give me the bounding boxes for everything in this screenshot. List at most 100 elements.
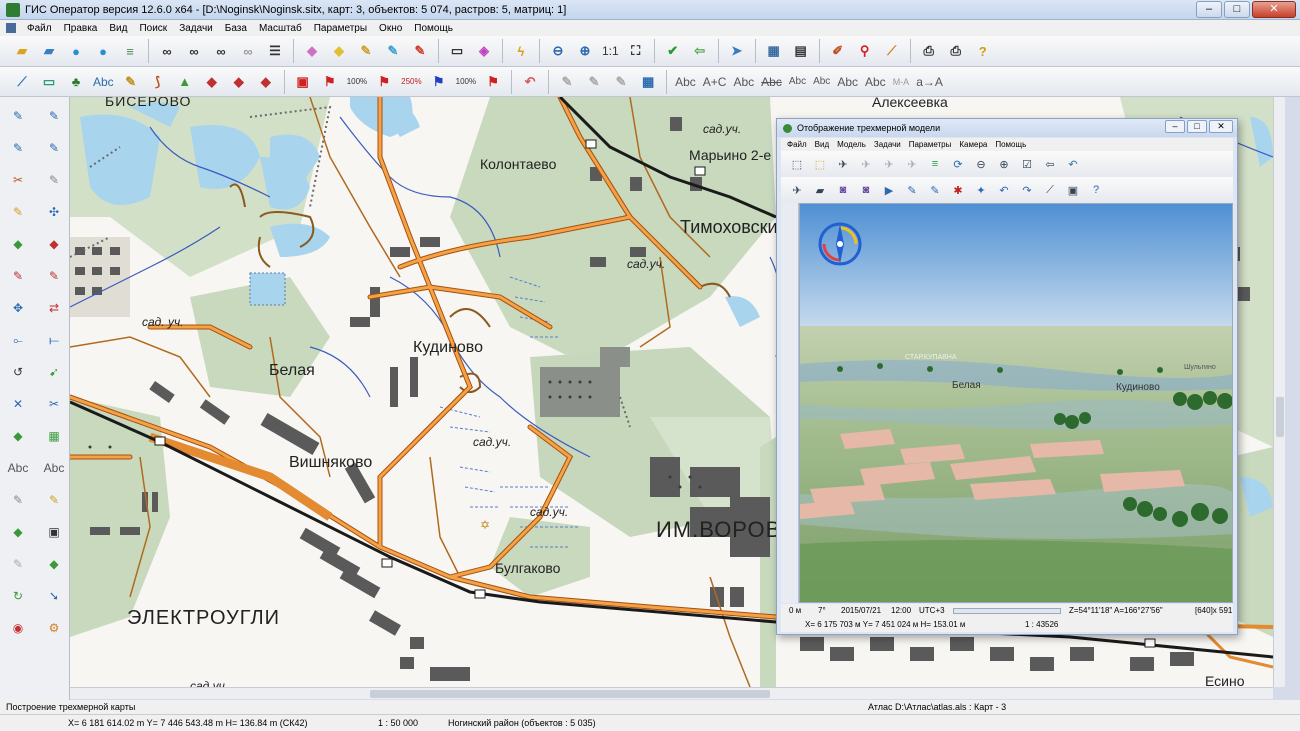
pen-gray-icon[interactable]: ✎ [37, 165, 71, 195]
node-icon[interactable]: ✣ [37, 197, 71, 227]
pen-blue2-icon[interactable]: ✎ [37, 133, 71, 163]
pen-blue-icon[interactable]: ✎ [1, 133, 35, 163]
text-abc-left-2[interactable]: Abc [37, 453, 71, 483]
menu-tasks[interactable]: Задачи [174, 23, 218, 34]
zoom-250-button[interactable]: 250% [399, 70, 423, 94]
abc-tool-8[interactable]: Abc [863, 70, 888, 94]
minimize-button[interactable]: – [1196, 1, 1222, 18]
abc-tool-7[interactable]: Abc [835, 70, 860, 94]
close-button[interactable]: ✕ [1252, 1, 1296, 18]
play-icon[interactable]: ▶ [879, 180, 899, 200]
zoom-extent-icon[interactable]: ⛶ [624, 39, 648, 63]
legend-icon[interactable]: ▤ [789, 39, 813, 63]
text-abc-left-1[interactable]: Abc [1, 453, 35, 483]
menu-help[interactable]: Помощь [409, 23, 458, 34]
bug-icon[interactable]: ✱ [948, 180, 968, 200]
eraser-yellow-icon[interactable]: ◆ [327, 39, 351, 63]
menu-parameters[interactable]: Параметры [309, 23, 372, 34]
3d-menu-camera[interactable]: Камера [959, 140, 987, 149]
abc-tool-9[interactable]: М-А [891, 70, 912, 94]
rotate-icon[interactable]: ↻ [1, 581, 35, 611]
plane4-icon[interactable]: ✈ [902, 154, 922, 174]
edit-3d-icon[interactable]: ✎ [902, 180, 922, 200]
tool-b-icon[interactable]: ✎ [582, 70, 606, 94]
text-abc-button[interactable]: Abc [91, 70, 116, 94]
stack-icon[interactable]: ◆ [37, 549, 71, 579]
zoom-out-3d-icon[interactable]: ⊖ [971, 154, 991, 174]
binoculars-b-icon[interactable]: ∞ [209, 39, 233, 63]
menu-edit[interactable]: Правка [59, 23, 103, 34]
pencil-yellow-icon[interactable]: ✎ [1, 197, 35, 227]
3d-maximize-button[interactable]: □ [1187, 120, 1207, 133]
scissors-icon[interactable]: ✂ [37, 389, 71, 419]
edit-3d-2-icon[interactable]: ✎ [925, 180, 945, 200]
3d-time-slider[interactable] [953, 608, 1061, 614]
print-preview-icon[interactable]: ⎙ [944, 39, 968, 63]
open-map-icon[interactable]: ▰ [37, 39, 61, 63]
check-3d-icon[interactable]: ☑ [1017, 154, 1037, 174]
eraser-icon[interactable]: ◆ [300, 39, 324, 63]
map-vertical-scrollbar[interactable] [1273, 97, 1285, 687]
document-icon[interactable] [6, 23, 16, 33]
undo-curve-icon[interactable]: ↶ [518, 70, 542, 94]
abc-tool-3[interactable]: Abc [731, 70, 756, 94]
group-icon[interactable]: ◆ [1, 517, 35, 547]
select-area2-icon[interactable]: ⬚ [810, 154, 830, 174]
3d-model-window[interactable]: Отображение трехмерной модели – □ ✕ Файл… [776, 118, 1238, 635]
copy-object-icon[interactable]: ◆ [227, 70, 251, 94]
plane-icon[interactable]: ✈ [833, 154, 853, 174]
abc-tool-6[interactable]: Abc [811, 70, 832, 94]
frame-icon[interactable]: ▣ [37, 517, 71, 547]
help-pointer-icon[interactable]: ? [971, 39, 995, 63]
loop-icon[interactable]: ↺ [1, 357, 35, 387]
map-horizontal-scrollbar[interactable] [70, 687, 1273, 699]
3d-menu-model[interactable]: Модель [837, 140, 866, 149]
binoculars-a-icon[interactable]: ∞ [182, 39, 206, 63]
move-object-icon[interactable]: ◆ [254, 70, 278, 94]
diamond-red-icon[interactable]: ◆ [37, 229, 71, 259]
video-camera-icon[interactable]: ◙ [856, 180, 876, 200]
select-pointer-icon[interactable]: ➤ [725, 39, 749, 63]
red-frame-icon[interactable]: ▣ [291, 70, 315, 94]
flag-single-icon[interactable]: ⚑ [481, 70, 505, 94]
print-icon[interactable]: ⎙ [917, 39, 941, 63]
zoom-100b-button[interactable]: 100% [454, 70, 478, 94]
3d-view-icon[interactable]: ◈ [472, 39, 496, 63]
diamond-blue-icon[interactable]: ◆ [1, 421, 35, 451]
polyline-icon[interactable]: ⟋ [10, 70, 34, 94]
cut-icon[interactable]: ✂ [1, 165, 35, 195]
gear-icon[interactable]: ⚙ [37, 613, 71, 643]
abc-tool-1[interactable]: Abc [673, 70, 698, 94]
globe-add-icon[interactable]: ● [91, 39, 115, 63]
tree-icon[interactable]: ♣ [64, 70, 88, 94]
menu-view[interactable]: Вид [104, 23, 132, 34]
polygon-icon[interactable]: ▭ [37, 70, 61, 94]
pen-gray2-icon[interactable]: ✎ [1, 485, 35, 515]
abc-tool-10[interactable]: а→А [914, 70, 945, 94]
flags-red-icon[interactable]: ⚑ [372, 70, 396, 94]
binoculars-c-icon[interactable]: ∞ [236, 39, 260, 63]
back-arrow-icon[interactable]: ⇦ [688, 39, 712, 63]
monitor-icon[interactable]: ▣ [1063, 180, 1083, 200]
diamond-green-icon[interactable]: ◆ [1, 229, 35, 259]
join-line-icon[interactable]: ⟝ [37, 325, 71, 355]
ruler-icon[interactable]: ⟋ [880, 39, 904, 63]
zoom-100-button[interactable]: 100% [345, 70, 369, 94]
flags-icon[interactable]: ⚑ [318, 70, 342, 94]
undo-3d-icon[interactable]: ↶ [1063, 154, 1083, 174]
tool-a-icon[interactable]: ✎ [555, 70, 579, 94]
3d-menu-help[interactable]: Помощь [995, 140, 1026, 149]
3d-close-button[interactable]: ✕ [1209, 120, 1233, 133]
scale-1-1-button[interactable]: 1:1 [600, 39, 621, 63]
3d-menu-tasks[interactable]: Задачи [874, 140, 901, 149]
pencil-red2-icon[interactable]: ✎ [37, 261, 71, 291]
split-line-icon[interactable]: ⟜ [1, 325, 35, 355]
marker-icon[interactable]: ⚲ [853, 39, 877, 63]
arrow-blue-icon[interactable]: ➘ [37, 581, 71, 611]
plane3-icon[interactable]: ✈ [879, 154, 899, 174]
pen-yellow-icon[interactable]: ✎ [37, 485, 71, 515]
satellite-icon[interactable]: ✦ [971, 180, 991, 200]
abc-tool-4[interactable]: Abc [759, 70, 784, 94]
3d-viewport[interactable]: СТАР.КУПАВНА Белая Кудиново Шульгино [799, 203, 1233, 603]
brush-icon[interactable]: ✐ [826, 39, 850, 63]
